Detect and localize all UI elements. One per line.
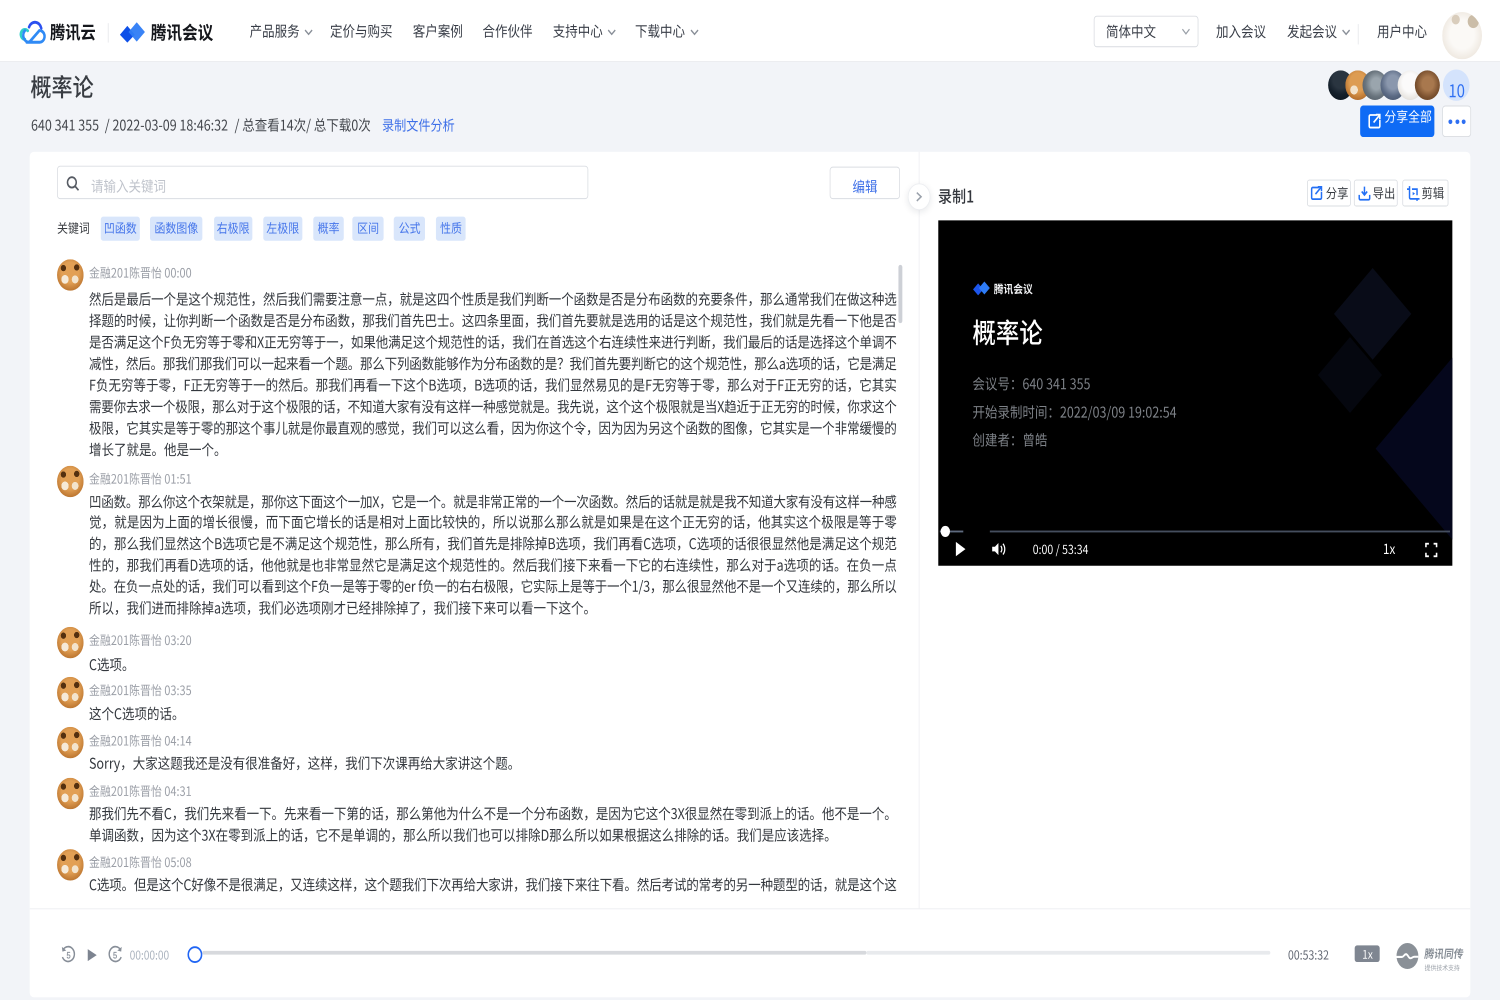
svg-text:5: 5 [66,951,71,961]
svg-text:5: 5 [113,951,118,961]
